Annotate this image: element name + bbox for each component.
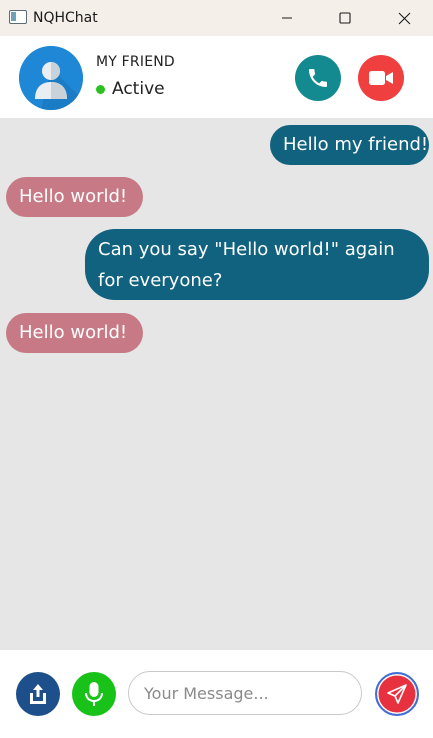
close-icon — [398, 12, 410, 24]
composer-bar — [0, 650, 433, 738]
title-bar[interactable]: NQHChat — [0, 0, 433, 36]
friend-name: MY FRIEND — [96, 54, 175, 70]
message-list[interactable]: Hello my friend! Hello world! Can you sa… — [0, 118, 433, 650]
message-bubble-outgoing: Can you say "Hello world!" again for eve… — [85, 229, 429, 300]
share-button[interactable] — [16, 672, 60, 716]
message-bubble-incoming: Hello world! — [6, 177, 143, 217]
status-text: Active — [112, 79, 165, 99]
app-window-icon — [9, 10, 27, 24]
message-bubble-outgoing: Hello my friend! — [270, 125, 429, 165]
phone-icon — [309, 69, 327, 87]
minimize-icon — [282, 17, 292, 19]
send-paper-plane-icon — [387, 684, 407, 704]
share-upload-icon — [30, 684, 46, 704]
chat-header: MY FRIEND Active — [0, 36, 433, 118]
avatar[interactable] — [19, 46, 83, 110]
maximize-button[interactable] — [316, 0, 374, 36]
maximize-icon — [339, 12, 351, 24]
message-bubble-incoming: Hello world! — [6, 313, 143, 353]
window-title: NQHChat — [33, 10, 98, 26]
status-indicator: Active — [96, 79, 165, 99]
video-camera-icon — [369, 71, 393, 85]
status-dot — [96, 84, 105, 94]
message-input[interactable] — [128, 671, 362, 715]
microphone-icon — [85, 682, 103, 706]
user-avatar-icon — [19, 46, 83, 110]
minimize-button[interactable] — [258, 0, 316, 36]
voice-call-button[interactable] — [295, 55, 341, 101]
microphone-button[interactable] — [72, 672, 116, 716]
send-button[interactable] — [375, 672, 419, 716]
close-button[interactable] — [375, 0, 433, 36]
video-call-button[interactable] — [358, 55, 404, 101]
chat-window: NQHChat MY FRIEND Active Hello my friend… — [0, 0, 433, 738]
